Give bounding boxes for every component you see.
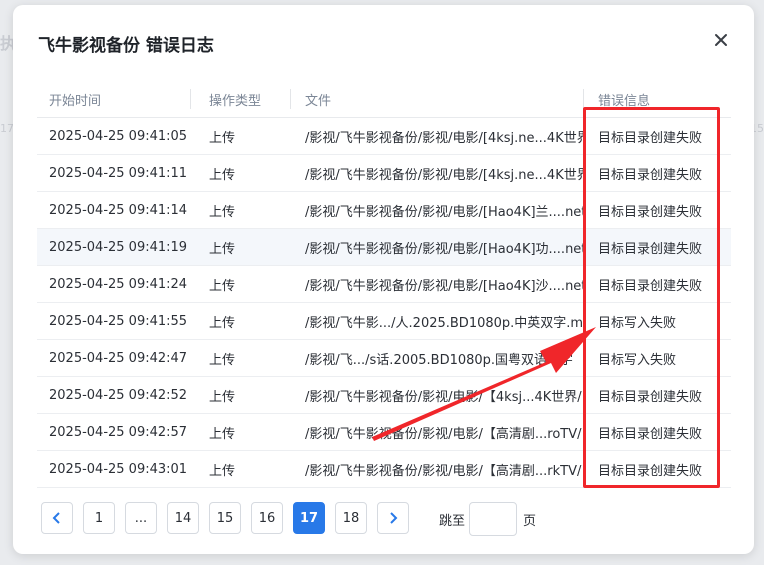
chevron-left-icon xyxy=(52,512,60,524)
jump-label: 跳至 xyxy=(439,513,466,529)
column-header-operation-type: 操作类型 xyxy=(190,81,290,117)
error-info-cell: 目标写入失败 xyxy=(598,315,677,331)
operation-type-cell: 上传 xyxy=(209,389,236,405)
operation-type-cell: 上传 xyxy=(209,241,236,257)
error-info-cell: 目标目录创建失败 xyxy=(598,278,703,294)
operation-type-cell: 上传 xyxy=(209,167,236,183)
page-button-14[interactable]: 14 xyxy=(167,502,199,534)
start-time-cell: 2025-04-25 09:43:01 xyxy=(49,461,188,477)
table-body: 2025-04-25 09:41:05 上传/影视/飞牛影视备份/影视/电影/[4… xyxy=(37,118,731,488)
operation-type-cell: 上传 xyxy=(209,130,236,146)
file-path-cell: /影视/飞牛影视备份/影视/电影/[4ksj.ne...4K世界/ xyxy=(305,130,583,146)
table-row[interactable]: 2025-04-25 09:41:55 上传/影视/飞牛影.../人.2025.B… xyxy=(37,303,731,340)
table-header: 开始时间 操作类型 文件 错误信息 xyxy=(37,81,731,118)
operation-type-cell: 上传 xyxy=(209,315,236,331)
start-time-cell: 2025-04-25 09:41:24 xyxy=(49,276,188,292)
error-log-table: 开始时间 操作类型 文件 错误信息 2025-04-25 09:41:05 上传 /… xyxy=(37,81,731,488)
file-path-cell: /影视/飞牛影视备份/影视/电影/【高清剧...rkTV/ xyxy=(305,463,582,479)
page-jump: 跳至 页 xyxy=(439,502,536,536)
error-info-cell: 目标目录创建失败 xyxy=(598,389,703,405)
error-info-cell: 目标目录创建失败 xyxy=(598,241,703,257)
table-row[interactable]: 2025-04-25 09:42:47 上传/影视/飞.../s话.2005.BD… xyxy=(37,340,731,377)
page-button-1[interactable]: 1 xyxy=(83,502,115,534)
file-path-cell: /影视/飞牛影视备份/影视/电影/[Hao4K]功....net/ xyxy=(305,241,583,257)
close-icon[interactable] xyxy=(712,31,730,49)
table-row[interactable]: 2025-04-25 09:42:57 上传/影视/飞牛影视备份/影视/电影/【高… xyxy=(37,414,731,451)
pagination: 1... 14 15 16 17 18 xyxy=(41,502,419,534)
page-button-17[interactable]: 17 xyxy=(293,502,325,534)
operation-type-cell: 上传 xyxy=(209,426,236,442)
table-row[interactable]: 2025-04-25 09:42:52 上传/影视/飞牛影视备份/影视/电影/【4… xyxy=(37,377,731,414)
background-digits-left: 17 xyxy=(0,122,14,135)
start-time-cell: 2025-04-25 09:41:14 xyxy=(49,202,188,218)
column-header-file: 文件 xyxy=(290,81,583,117)
prev-page-button[interactable] xyxy=(41,502,73,534)
page-button-15[interactable]: 15 xyxy=(209,502,241,534)
table-row[interactable]: 2025-04-25 09:41:19 上传/影视/飞牛影视备份/影视/电影/[H… xyxy=(37,229,731,266)
file-path-cell: /影视/飞.../s话.2005.BD1080p.国粤双语中字 xyxy=(305,352,574,368)
chevron-right-icon xyxy=(390,512,398,524)
table-row[interactable]: 2025-04-25 09:41:24 上传/影视/飞牛影视备份/影视/电影/[H… xyxy=(37,266,731,303)
column-header-start-time: 开始时间 xyxy=(49,93,102,109)
file-path-cell: /影视/飞牛影视备份/影视/电影/[Hao4K]沙....net/ xyxy=(305,278,583,294)
table-row[interactable]: 2025-04-25 09:41:11 上传/影视/飞牛影视备份/影视/电影/[4… xyxy=(37,155,731,192)
column-header-error-info: 错误信息 xyxy=(583,81,731,117)
page-suffix: 页 xyxy=(523,513,537,529)
table-row[interactable]: 2025-04-25 09:41:05 上传/影视/飞牛影视备份/影视/电影/[4… xyxy=(37,118,731,155)
file-path-cell: /影视/飞牛影视备份/影视/电影/[Hao4K]兰....net/ xyxy=(305,204,583,220)
page-button-16[interactable]: 16 xyxy=(251,502,283,534)
error-info-cell: 目标目录创建失败 xyxy=(598,130,703,146)
start-time-cell: 2025-04-25 09:41:19 xyxy=(49,239,188,255)
start-time-cell: 2025-04-25 09:41:05 xyxy=(49,128,188,144)
error-info-cell: 目标写入失败 xyxy=(598,352,677,368)
start-time-cell: 2025-04-25 09:42:57 xyxy=(49,424,188,440)
page-jump-input[interactable] xyxy=(469,502,518,536)
next-page-button[interactable] xyxy=(377,502,409,534)
file-path-cell: /影视/飞牛影视备份/影视/电影/【4ksj...4K世界/ xyxy=(305,389,582,405)
dialog-title: 飞牛影视备份 错误日志 xyxy=(38,36,214,56)
file-path-cell: /影视/飞牛影视备份/影视/电影/【高清剧...roTV/ xyxy=(305,426,582,442)
file-path-cell: /影视/飞牛影.../人.2025.BD1080p.中英双字.mp4 xyxy=(305,315,583,331)
error-log-dialog: 飞牛影视备份 错误日志 开始时间 操作类型 文件 错误信息 2025-04-25… xyxy=(13,5,754,554)
file-path-cell: /影视/飞牛影视备份/影视/电影/[4ksj.ne...4K世界/ xyxy=(305,167,583,183)
page-button-18[interactable]: 18 xyxy=(335,502,367,534)
operation-type-cell: 上传 xyxy=(209,352,236,368)
error-info-cell: 目标目录创建失败 xyxy=(598,204,703,220)
start-time-cell: 2025-04-25 09:41:11 xyxy=(49,165,188,181)
error-info-cell: 目标目录创建失败 xyxy=(598,167,703,183)
table-row[interactable]: 2025-04-25 09:43:01 上传/影视/飞牛影视备份/影视/电影/【高… xyxy=(37,451,731,488)
start-time-cell: 2025-04-25 09:42:52 xyxy=(49,387,188,403)
operation-type-cell: 上传 xyxy=(209,278,236,294)
error-info-cell: 目标目录创建失败 xyxy=(598,426,703,442)
operation-type-cell: 上传 xyxy=(209,463,236,479)
start-time-cell: 2025-04-25 09:42:47 xyxy=(49,350,188,366)
start-time-cell: 2025-04-25 09:41:55 xyxy=(49,313,188,329)
table-row[interactable]: 2025-04-25 09:41:14 上传/影视/飞牛影视备份/影视/电影/[H… xyxy=(37,192,731,229)
page-ellipsis-button[interactable]: ... xyxy=(125,502,157,534)
operation-type-cell: 上传 xyxy=(209,204,236,220)
error-info-cell: 目标目录创建失败 xyxy=(598,463,703,479)
